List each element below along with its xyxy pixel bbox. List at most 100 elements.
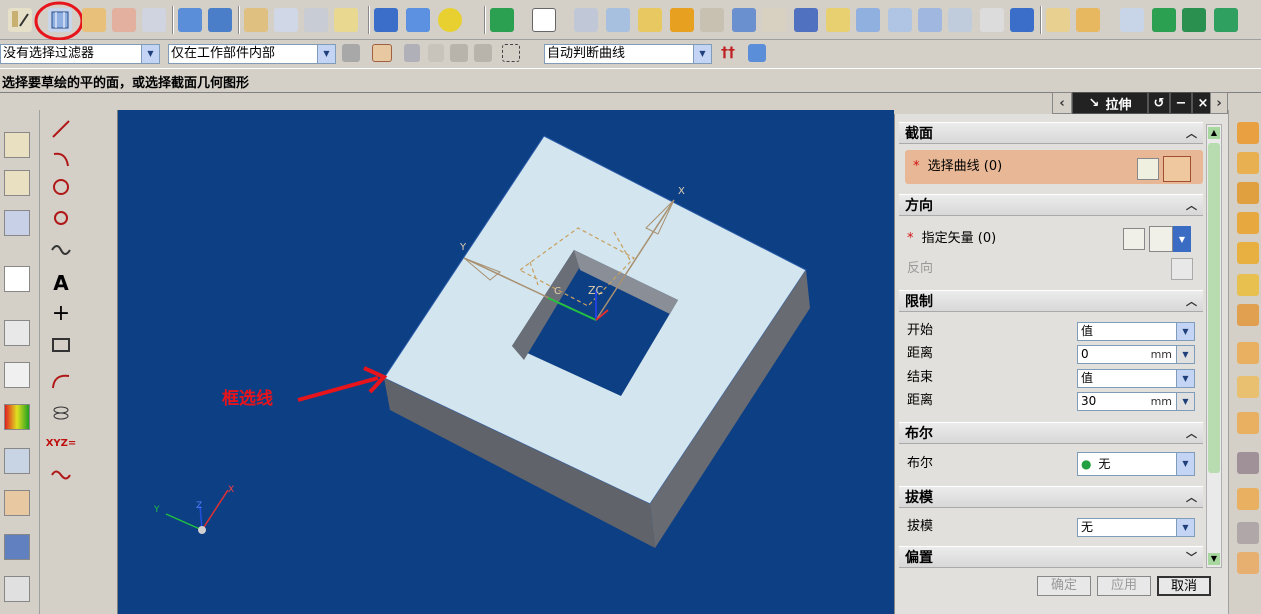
- split-body-icon[interactable]: [670, 8, 694, 32]
- cylinder-icon[interactable]: [406, 8, 430, 32]
- cylinder-feature-icon[interactable]: [208, 8, 232, 32]
- box-select-icon[interactable]: [502, 44, 520, 62]
- chevron-up-icon[interactable]: ︿: [1186, 291, 1197, 313]
- model-view[interactable]: Y X ZC C 框选线 Y Z X: [118, 110, 894, 614]
- draft-icon[interactable]: [1076, 8, 1100, 32]
- type-filter-select[interactable]: 没有选择过滤器 ▼: [0, 44, 160, 64]
- chevron-up-icon[interactable]: ︿: [1186, 487, 1197, 509]
- point-icon[interactable]: [490, 8, 514, 32]
- end-option-select[interactable]: 值 ▼: [1077, 369, 1195, 388]
- xyz-law-curve-icon[interactable]: XYZ=: [44, 430, 78, 456]
- circle-tool-icon[interactable]: [48, 206, 74, 232]
- subtract-icon[interactable]: [888, 8, 912, 32]
- curve-rule-select[interactable]: 自动判断曲线 ▼: [544, 44, 712, 64]
- arc-tool-icon[interactable]: [48, 146, 74, 172]
- feature-op-icon[interactable]: [1237, 152, 1259, 174]
- sketch-section-icon[interactable]: [1137, 158, 1159, 180]
- chevron-down-icon[interactable]: ▼: [1176, 323, 1194, 340]
- section-header[interactable]: 截面 ︿: [899, 122, 1203, 144]
- part-navigator-icon[interactable]: [4, 170, 30, 196]
- chevron-down-icon[interactable]: ▼: [693, 45, 711, 63]
- curve-length-icon[interactable]: [88, 268, 114, 294]
- sphere-surface-icon[interactable]: [88, 450, 114, 476]
- analysis-tool-icon[interactable]: [88, 500, 114, 526]
- boolean-header[interactable]: 布尔 ︿: [899, 422, 1203, 444]
- sphere-icon[interactable]: [438, 8, 462, 32]
- chevron-down-icon[interactable]: ▼: [317, 45, 335, 63]
- block-icon[interactable]: [178, 8, 202, 32]
- boss-icon[interactable]: [274, 8, 298, 32]
- feature-op-icon[interactable]: [1237, 304, 1259, 326]
- chevron-up-icon[interactable]: ︿: [1186, 123, 1197, 145]
- system-materials-icon[interactable]: [4, 362, 30, 388]
- hole-icon[interactable]: [244, 8, 268, 32]
- stop-at-intersection-icon[interactable]: ††: [718, 44, 738, 62]
- roles-icon[interactable]: [4, 490, 30, 516]
- reuse-library-icon[interactable]: [4, 576, 30, 602]
- apply-button[interactable]: 应用: [1097, 576, 1151, 596]
- feature-op-icon[interactable]: [1237, 522, 1259, 544]
- offset-curve-icon[interactable]: [48, 494, 74, 520]
- point-tool-icon[interactable]: +: [48, 300, 74, 326]
- trim-curve-icon[interactable]: [88, 176, 114, 202]
- chevron-down-icon[interactable]: ﹀: [1186, 547, 1197, 569]
- process-studio-icon[interactable]: [4, 448, 30, 474]
- minimize-icon[interactable]: −: [1170, 92, 1192, 114]
- end-distance-input[interactable]: 30 mm ▼: [1077, 392, 1195, 411]
- chamfer-curve-icon[interactable]: [88, 146, 114, 172]
- select-feature-icon[interactable]: [342, 44, 360, 62]
- snap-point-icon[interactable]: [1214, 8, 1238, 32]
- feature-op-icon[interactable]: [1237, 242, 1259, 264]
- datum-cube-icon[interactable]: [606, 8, 630, 32]
- deselect-icon[interactable]: [474, 44, 492, 62]
- conic-tool-icon[interactable]: [48, 368, 74, 394]
- follow-fillet-icon[interactable]: [748, 44, 766, 62]
- dialog-scrollbar[interactable]: ▲ ▼: [1206, 124, 1222, 568]
- system-scene-icon[interactable]: [4, 534, 30, 560]
- vector-dialog-icon[interactable]: [1123, 228, 1145, 250]
- snap-toggle-icon[interactable]: [372, 44, 392, 62]
- text-tool-icon[interactable]: A: [48, 270, 74, 296]
- chevron-down-icon[interactable]: ▼: [141, 45, 159, 63]
- offset-face-icon[interactable]: [948, 8, 972, 32]
- chevron-down-icon[interactable]: ▼: [1176, 370, 1194, 387]
- feature-op-icon[interactable]: [1237, 552, 1259, 574]
- history-icon[interactable]: [4, 320, 30, 346]
- sketch-icon[interactable]: [8, 8, 32, 32]
- wave-curve-icon[interactable]: [48, 462, 74, 488]
- extract-curve-icon[interactable]: [88, 366, 114, 392]
- feature-op-icon[interactable]: [1237, 342, 1259, 364]
- spline-tool-icon[interactable]: [48, 236, 74, 262]
- line-tool-icon[interactable]: [48, 116, 74, 142]
- start-distance-input[interactable]: 0 mm ▼: [1077, 345, 1195, 364]
- cancel-button[interactable]: 取消: [1157, 576, 1211, 596]
- collapse-left-icon[interactable]: ‹: [1052, 92, 1072, 114]
- reset-icon[interactable]: ↺: [1148, 92, 1170, 114]
- chamfer-icon[interactable]: [1046, 8, 1070, 32]
- smooth-spline-icon[interactable]: [88, 302, 114, 328]
- chevron-down-icon[interactable]: ▼: [1176, 453, 1194, 475]
- curve-select-icon[interactable]: [1163, 156, 1191, 182]
- feature-op-icon[interactable]: [1237, 488, 1259, 510]
- create-point-icon[interactable]: [1152, 8, 1176, 32]
- scroll-down-icon[interactable]: ▼: [1208, 553, 1220, 565]
- circle-center-icon[interactable]: [48, 174, 74, 200]
- draft-select[interactable]: 无 ▼: [1077, 518, 1195, 537]
- select-all-icon[interactable]: [450, 44, 468, 62]
- intersect-icon[interactable]: [918, 8, 942, 32]
- feature-op-icon[interactable]: [1237, 212, 1259, 234]
- feature-op-icon[interactable]: [1237, 122, 1259, 144]
- collapse-right-icon[interactable]: ›: [1210, 92, 1228, 114]
- divide-curve-icon[interactable]: [88, 208, 114, 234]
- graphics-window[interactable]: Y X ZC C 框选线 Y Z X: [118, 110, 894, 614]
- mirror-icon[interactable]: [794, 8, 818, 32]
- edit-curve-icon[interactable]: [88, 238, 114, 264]
- ok-button[interactable]: 确定: [1037, 576, 1091, 596]
- plane-icon[interactable]: [532, 8, 556, 32]
- trim-body-icon[interactable]: [638, 8, 662, 32]
- chevron-down-icon[interactable]: ▼: [1176, 519, 1194, 536]
- palette-icon[interactable]: [4, 404, 30, 430]
- datum-plane-icon[interactable]: [574, 8, 598, 32]
- revolve-icon[interactable]: [82, 8, 106, 32]
- feature-op-icon[interactable]: [1237, 182, 1259, 204]
